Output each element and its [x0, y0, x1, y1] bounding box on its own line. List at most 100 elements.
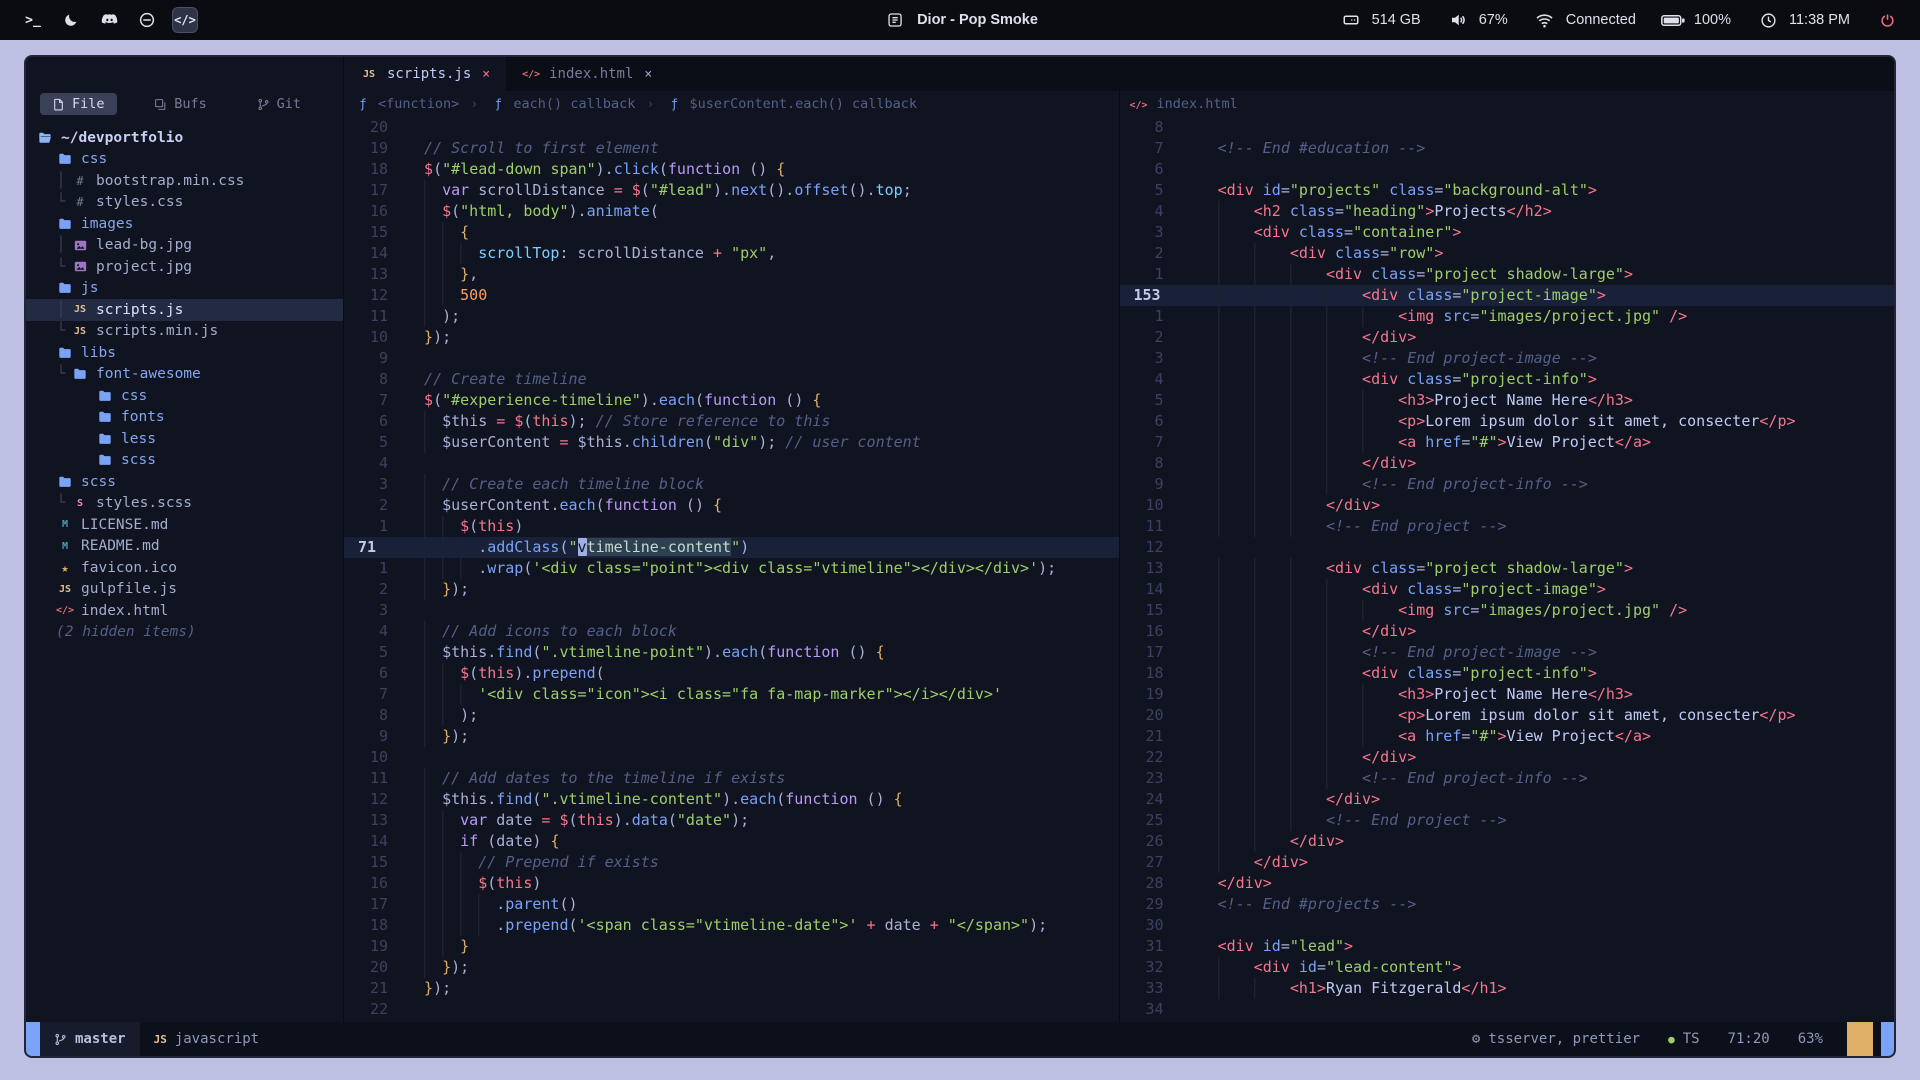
code-line[interactable]: 13},: [344, 264, 1119, 285]
network-indicator[interactable]: Connected: [1532, 7, 1636, 33]
code-line[interactable]: 20});: [344, 957, 1119, 978]
code-line[interactable]: 3// Create each timeline block: [344, 474, 1119, 495]
tree-root[interactable]: ~/devportfolio: [26, 127, 343, 149]
code-line[interactable]: 19<h3>Project Name Here</h3>: [1120, 684, 1895, 705]
tree-item-styles-scss[interactable]: └Sstyles.scss: [26, 493, 343, 515]
code-line[interactable]: 8);: [344, 705, 1119, 726]
code-line[interactable]: 4<div class="project-info">: [1120, 369, 1895, 390]
code-line[interactable]: 11<!-- End project -->: [1120, 516, 1895, 537]
code-line[interactable]: 3: [344, 600, 1119, 621]
code-line[interactable]: 27</div>: [1120, 852, 1895, 873]
code-line[interactable]: 3<div class="container">: [1120, 222, 1895, 243]
tree-item-libs[interactable]: libs: [26, 342, 343, 364]
code-line[interactable]: 18<div class="project-info">: [1120, 663, 1895, 684]
code-line[interactable]: 31<div id="lead">: [1120, 936, 1895, 957]
code-line[interactable]: 19// Scroll to first element: [344, 138, 1119, 159]
tree-item-license-md[interactable]: MLICENSE.md: [26, 514, 343, 536]
tree-item-project-jpg[interactable]: └project.jpg: [26, 256, 343, 278]
tree-item-scss[interactable]: scss: [26, 450, 343, 472]
tab-scripts-js[interactable]: JSscripts.js×: [344, 57, 506, 91]
discord-icon[interactable]: [96, 7, 122, 33]
code-line[interactable]: 10: [344, 747, 1119, 768]
tree-item-index-html[interactable]: </>index.html: [26, 600, 343, 622]
tree-item-gulpfile-js[interactable]: JSgulpfile.js: [26, 579, 343, 601]
code-line[interactable]: 34: [1120, 999, 1895, 1020]
code-line[interactable]: 33<h1>Ryan Fitzgerald</h1>: [1120, 978, 1895, 999]
code-line[interactable]: 8: [1120, 117, 1895, 138]
battery-indicator[interactable]: 100%: [1660, 7, 1731, 33]
code-line[interactable]: 1<div class="project shadow-large">: [1120, 264, 1895, 285]
code-line[interactable]: 6$this = $(this); // Store reference to …: [344, 411, 1119, 432]
code-line[interactable]: 14scrollTop: scrollDistance + "px",: [344, 243, 1119, 264]
code-line[interactable]: 22</div>: [1120, 747, 1895, 768]
code-line[interactable]: 21});: [344, 978, 1119, 999]
now-playing[interactable]: Dior - Pop Smoke: [882, 0, 1038, 40]
code-line[interactable]: 24</div>: [1120, 789, 1895, 810]
record-icon[interactable]: [134, 7, 160, 33]
sidebar-tab-file[interactable]: File: [40, 93, 117, 115]
code-line[interactable]: 18.prepend('<span class="vtimeline-date"…: [344, 915, 1119, 936]
code-line[interactable]: 26</div>: [1120, 831, 1895, 852]
tree-item-css[interactable]: css: [26, 385, 343, 407]
code-line[interactable]: 12: [1120, 537, 1895, 558]
code-line[interactable]: 8</div>: [1120, 453, 1895, 474]
tree-item-bootstrap-min-css[interactable]: │#bootstrap.min.css: [26, 170, 343, 192]
code-line[interactable]: 32<div id="lead-content">: [1120, 957, 1895, 978]
code-line[interactable]: 7'<div class="icon"><i class="fa fa-map-…: [344, 684, 1119, 705]
code-line[interactable]: 17<!-- End project-image -->: [1120, 642, 1895, 663]
code-line[interactable]: 5<div id="projects" class="background-al…: [1120, 180, 1895, 201]
code-line[interactable]: 5$userContent = $this.children("div"); /…: [344, 432, 1119, 453]
code-line[interactable]: 4: [344, 453, 1119, 474]
code-line[interactable]: 20: [344, 117, 1119, 138]
terminal-icon[interactable]: >_: [20, 7, 46, 33]
code-line[interactable]: 1.wrap('<div class="point"><div class="v…: [344, 558, 1119, 579]
tab-index-html[interactable]: </>index.html×: [506, 57, 668, 91]
tree-item-fonts[interactable]: fonts: [26, 407, 343, 429]
code-line[interactable]: 9: [344, 348, 1119, 369]
code-line[interactable]: 7<a href="#">View Project</a>: [1120, 432, 1895, 453]
code-line[interactable]: 13var date = $(this).data("date");: [344, 810, 1119, 831]
code-line[interactable]: 16$(this): [344, 873, 1119, 894]
code-line[interactable]: 7<!-- End #education -->: [1120, 138, 1895, 159]
code-line[interactable]: 4// Add icons to each block: [344, 621, 1119, 642]
code-line[interactable]: 25<!-- End project -->: [1120, 810, 1895, 831]
code-line[interactable]: 2});: [344, 579, 1119, 600]
code-line[interactable]: 30: [1120, 915, 1895, 936]
breadcrumb-item[interactable]: ƒeach() callback: [489, 96, 635, 112]
code-line[interactable]: 12500: [344, 285, 1119, 306]
code-line[interactable]: 16</div>: [1120, 621, 1895, 642]
code-line[interactable]: 10</div>: [1120, 495, 1895, 516]
code-line[interactable]: 8// Create timeline: [344, 369, 1119, 390]
code-line[interactable]: 6: [1120, 159, 1895, 180]
code-line[interactable]: 14if (date) {: [344, 831, 1119, 852]
sidebar-tab-bufs[interactable]: Bufs: [142, 93, 219, 115]
code-line[interactable]: 10});: [344, 327, 1119, 348]
tree-item-2-hidden-items[interactable]: (2 hidden items): [26, 622, 343, 644]
code-workspace-icon[interactable]: </>: [172, 7, 198, 33]
code-line[interactable]: 11);: [344, 306, 1119, 327]
power-button[interactable]: [1874, 7, 1900, 33]
sidebar-tab-git[interactable]: Git: [245, 93, 313, 115]
tree-item-font-awesome[interactable]: └font-awesome: [26, 364, 343, 386]
code-line[interactable]: 23<!-- End project-info -->: [1120, 768, 1895, 789]
clock-indicator[interactable]: 11:38 PM: [1755, 7, 1850, 33]
code-line[interactable]: 3<!-- End project-image -->: [1120, 348, 1895, 369]
code-line[interactable]: 71.addClass("vtimeline-content"): [344, 537, 1119, 558]
close-icon[interactable]: ×: [644, 67, 652, 82]
code-line[interactable]: 15{: [344, 222, 1119, 243]
code-line[interactable]: 20<p>Lorem ipsum dolor sit amet, consect…: [1120, 705, 1895, 726]
tree-item-js[interactable]: js: [26, 278, 343, 300]
code-line[interactable]: 6<p>Lorem ipsum dolor sit amet, consecte…: [1120, 411, 1895, 432]
code-line[interactable]: 2</div>: [1120, 327, 1895, 348]
code-line[interactable]: 22: [344, 999, 1119, 1020]
code-line[interactable]: 6$(this).prepend(: [344, 663, 1119, 684]
code-line[interactable]: 9});: [344, 726, 1119, 747]
code-line[interactable]: 17.parent(): [344, 894, 1119, 915]
volume-indicator[interactable]: 67%: [1445, 7, 1508, 33]
code-line[interactable]: 7$("#experience-timeline").each(function…: [344, 390, 1119, 411]
code-line[interactable]: 12$this.find(".vtimeline-content").each(…: [344, 789, 1119, 810]
moon-icon[interactable]: [58, 7, 84, 33]
code-line[interactable]: 9<!-- End project-info -->: [1120, 474, 1895, 495]
code-line[interactable]: 19}: [344, 936, 1119, 957]
code-line[interactable]: 4<h2 class="heading">Projects</h2>: [1120, 201, 1895, 222]
